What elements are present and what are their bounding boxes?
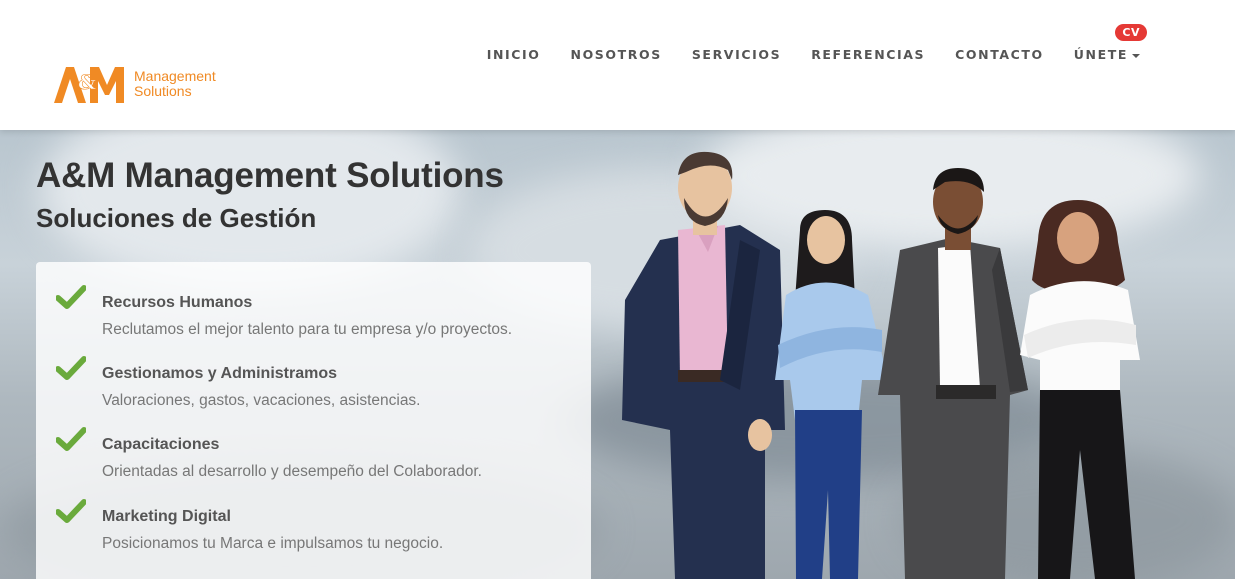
nav-label: SERVICIOS bbox=[691, 47, 782, 62]
hero-section: A&M Management Solutions Soluciones de G… bbox=[0, 130, 1235, 579]
logo-line-1: Management bbox=[134, 68, 216, 84]
feature-description: Valoraciones, gastos, vacaciones, asiste… bbox=[102, 392, 421, 409]
nav-label: NOSOTROS bbox=[570, 47, 662, 62]
feature-title: Recursos Humanos bbox=[102, 294, 253, 311]
nav-item-referencias[interactable]: REFERENCIAS bbox=[796, 44, 940, 65]
site-header: & Management Solutions INICIO NOSOTROS S… bbox=[0, 0, 1235, 130]
nav-item-unete-dropdown[interactable]: ÚNETE CV bbox=[1059, 24, 1155, 65]
person-woman-white-blouse bbox=[1020, 200, 1140, 579]
feature-title: Gestionamos y Administramos bbox=[102, 365, 338, 382]
person-woman-blue-blouse bbox=[775, 210, 888, 579]
feature-item: Marketing Digital Posicionamos tu Marca … bbox=[36, 486, 591, 552]
logo-mark-icon: & bbox=[54, 67, 124, 103]
feature-description: Orientadas al desarrollo y desempeño del… bbox=[102, 463, 482, 480]
main-nav: INICIO NOSOTROS SERVICIOS REFERENCIAS CO… bbox=[472, 24, 1155, 65]
nav-label: ÚNETE bbox=[1073, 47, 1128, 62]
nav-item-inicio[interactable]: INICIO bbox=[472, 44, 556, 65]
person-man-grey-suit bbox=[878, 168, 1028, 579]
hero-subtitle: Soluciones de Gestión bbox=[36, 203, 317, 233]
nav-item-nosotros[interactable]: NOSOTROS bbox=[556, 44, 677, 65]
person-man-navy-suit bbox=[622, 151, 785, 579]
logo[interactable]: & Management Solutions bbox=[52, 62, 232, 106]
nav-label: INICIO bbox=[486, 47, 541, 62]
nav-label: REFERENCIAS bbox=[811, 47, 926, 62]
feature-description: Reclutamos el mejor talento para tu empr… bbox=[102, 321, 513, 338]
caret-down-icon bbox=[1132, 53, 1140, 58]
check-icon bbox=[56, 499, 86, 523]
hero-title: A&M Management Solutions bbox=[36, 156, 504, 195]
check-icon bbox=[56, 356, 86, 380]
nav-item-servicios[interactable]: SERVICIOS bbox=[677, 44, 796, 65]
feature-item: Capacitaciones Orientadas al desarrollo … bbox=[36, 414, 591, 480]
feature-title: Capacitaciones bbox=[102, 436, 220, 453]
feature-item: Recursos Humanos Reclutamos el mejor tal… bbox=[36, 272, 591, 338]
feature-title: Marketing Digital bbox=[102, 508, 231, 525]
check-icon bbox=[56, 285, 86, 309]
nav-item-contacto[interactable]: CONTACTO bbox=[940, 44, 1059, 65]
feature-item: Gestionamos y Administramos Valoraciones… bbox=[36, 343, 591, 409]
nav-label: CONTACTO bbox=[955, 47, 1044, 62]
logo-text: Management Solutions bbox=[134, 69, 216, 99]
cv-badge[interactable]: CV bbox=[1115, 24, 1147, 41]
feature-description: Posicionamos tu Marca e impulsamos tu ne… bbox=[102, 535, 444, 552]
logo-line-2: Solutions bbox=[134, 83, 192, 99]
business-team-illustration bbox=[622, 151, 1140, 579]
features-panel: Recursos Humanos Reclutamos el mejor tal… bbox=[36, 262, 591, 579]
svg-text:&: & bbox=[78, 70, 96, 94]
check-icon bbox=[56, 427, 86, 451]
